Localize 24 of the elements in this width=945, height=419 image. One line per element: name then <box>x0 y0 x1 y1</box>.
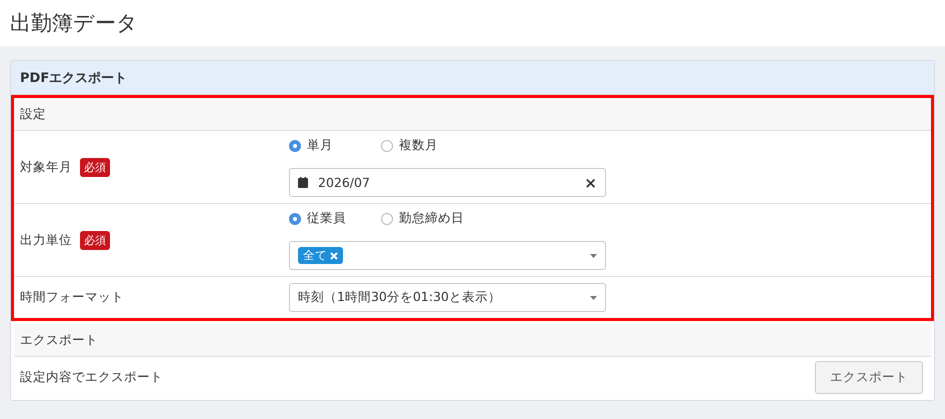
caret-icon <box>590 254 597 258</box>
radio-option[interactable]: 勤怠締め日 <box>381 210 464 227</box>
page-title: 出勤簿データ <box>10 10 138 37</box>
required-badge: 必須 <box>80 230 110 250</box>
radio-option[interactable]: 複数月 <box>381 137 441 154</box>
multi-select[interactable]: 全て <box>289 241 606 270</box>
section-header: エクスポート <box>14 324 931 357</box>
remove-icon[interactable] <box>330 252 338 260</box>
required-badge: 必須 <box>80 158 110 176</box>
date-field[interactable]: 2026/07 × <box>289 168 606 197</box>
field-label: 出力単位 <box>20 232 72 248</box>
calendar-icon <box>298 177 308 188</box>
field-label: 対象年月 <box>20 158 72 176</box>
field-label: 設定内容でエクスポート <box>20 368 163 386</box>
select-field[interactable]: 時刻（1時間30分を01:30と表示） <box>289 283 606 312</box>
radio-option[interactable]: 従業員 <box>289 210 349 227</box>
panel-title: PDFエクスポート <box>20 70 128 86</box>
caret-icon <box>590 296 597 300</box>
section-header: 設定 <box>14 98 931 131</box>
tag-chip[interactable]: 全て <box>298 247 343 264</box>
field-label: 時間フォーマット <box>20 289 124 306</box>
radio-option[interactable]: 単月 <box>289 137 349 154</box>
export-button[interactable]: エクスポート <box>815 360 923 394</box>
clear-button[interactable]: × <box>584 174 597 192</box>
